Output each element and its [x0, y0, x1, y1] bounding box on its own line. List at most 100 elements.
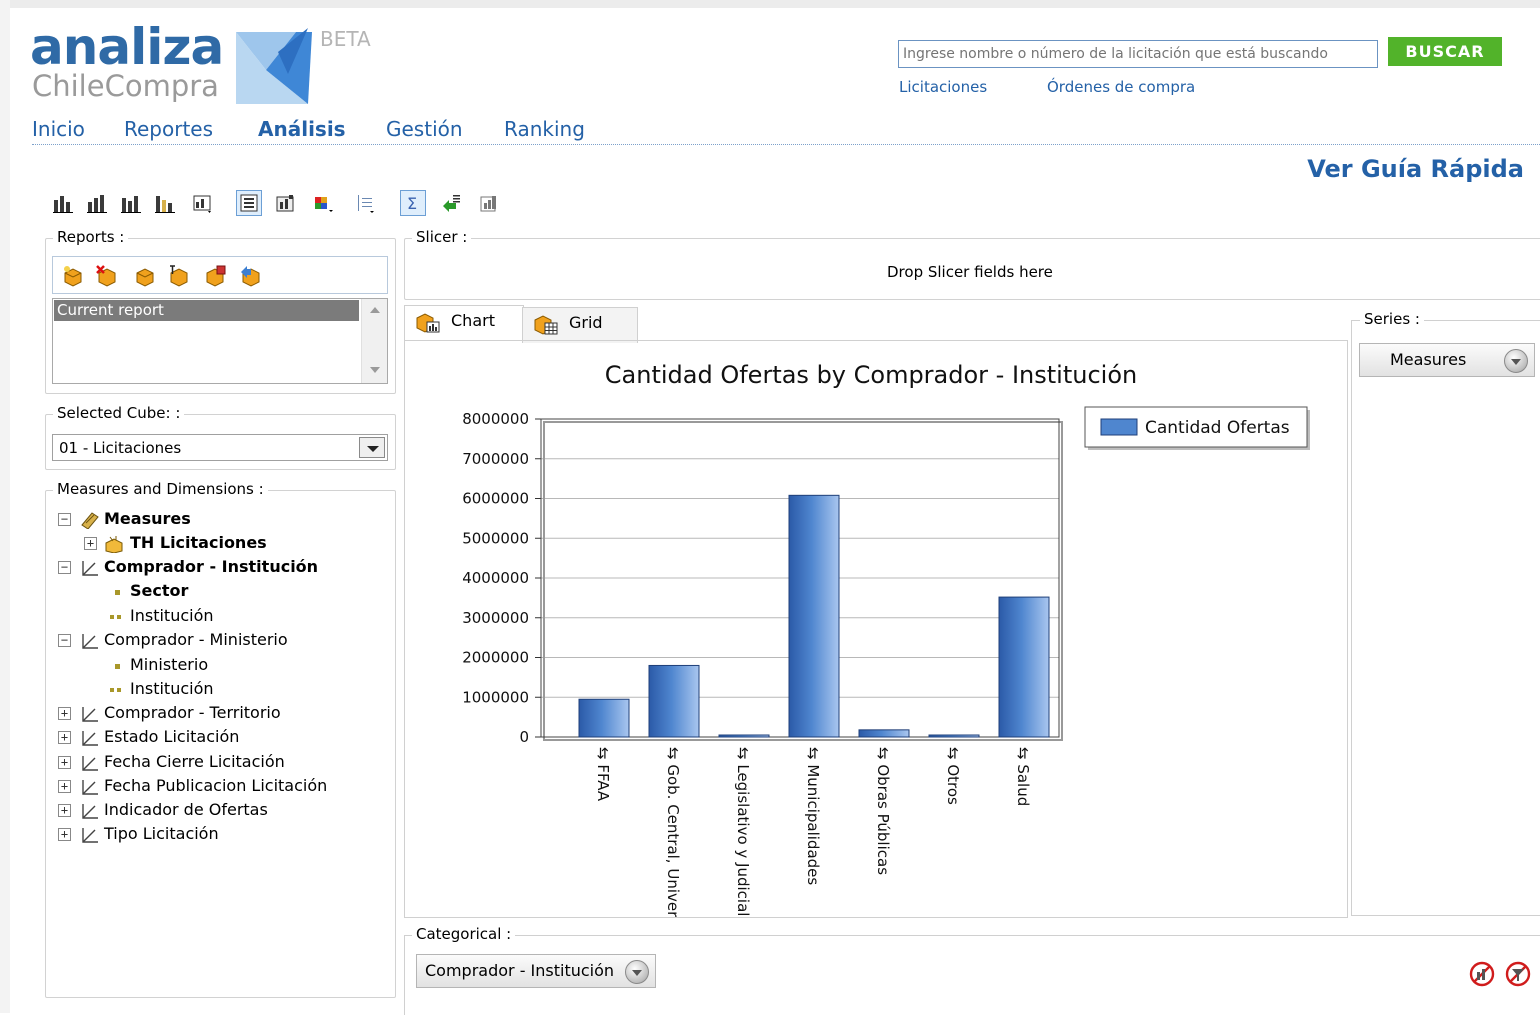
copy-report-icon[interactable]	[203, 264, 227, 288]
scroll-down-icon[interactable]	[370, 367, 380, 373]
tree-item-label: TH Licitaciones	[130, 533, 267, 552]
delete-report-icon[interactable]	[95, 264, 119, 288]
export-chart-icon[interactable]	[476, 190, 502, 216]
level2-icon	[110, 615, 121, 619]
y-tick-label: 1000000	[462, 688, 529, 706]
cube-label: Selected Cube: :	[53, 404, 185, 422]
categorical-pill-label: Comprador - Institución	[425, 961, 615, 980]
chart-type-3-icon[interactable]	[118, 190, 144, 216]
level-icon	[115, 590, 120, 595]
logo-wordmark[interactable]: analiza	[30, 22, 224, 72]
nav-item-gestion[interactable]: Gestión	[386, 117, 463, 141]
nav-item-inicio[interactable]: Inicio	[32, 117, 85, 141]
nav-divider	[32, 144, 1540, 145]
quick-guide-link[interactable]: Ver Guía Rápida	[1307, 155, 1524, 183]
chevron-down-icon[interactable]	[359, 437, 385, 458]
chart-type-2-icon[interactable]	[84, 190, 110, 216]
y-tick-label: 3000000	[462, 609, 529, 627]
slicer-label: Slicer :	[412, 228, 472, 246]
bar-chart[interactable]: Cantidad Ofertas by Comprador - Instituc…	[405, 341, 1347, 975]
current-report-item[interactable]: Current report	[54, 300, 359, 321]
dimension-icon	[82, 731, 98, 746]
cube-select[interactable]: 01 - Licitaciones	[52, 434, 388, 461]
series-pill-label: Measures	[1390, 350, 1467, 369]
bar	[998, 596, 1050, 738]
bar	[788, 494, 840, 738]
tree-item-label: Comprador - Territorio	[104, 703, 281, 722]
slicer-drop-zone[interactable]: Drop Slicer fields here	[887, 263, 1053, 281]
totals-sigma-icon[interactable]: Σ	[400, 190, 426, 216]
collapse-icon[interactable]: −	[58, 513, 71, 526]
chart-settings-icon[interactable]	[272, 190, 298, 216]
collapse-icon[interactable]: −	[58, 561, 71, 574]
x-tick-label: ⇆ Otros	[944, 747, 962, 805]
dimension-icon	[82, 634, 98, 649]
search-input[interactable]	[898, 40, 1378, 68]
export-report-icon[interactable]	[239, 264, 263, 288]
rename-report-icon[interactable]	[167, 264, 191, 288]
chart-type-1-icon[interactable]	[50, 190, 76, 216]
y-tick-label: 2000000	[462, 649, 529, 667]
chart-options-dropdown-icon[interactable]	[190, 190, 216, 216]
expand-icon[interactable]: +	[84, 537, 97, 550]
tree-item-label: Fecha Publicacion Licitación	[104, 776, 328, 795]
chart-panel: Cantidad Ofertas by Comprador - Instituc…	[404, 340, 1348, 975]
tree-item-label: Indicador de Ofertas	[104, 800, 268, 819]
categorical-pill[interactable]: Comprador - Institución	[416, 954, 656, 988]
reports-list[interactable]: Current report	[52, 298, 388, 384]
series-label: Series :	[1360, 310, 1424, 328]
search-button[interactable]: BUSCAR	[1388, 37, 1502, 66]
bar	[928, 734, 980, 738]
cube-select-value: 01 - Licitaciones	[59, 439, 182, 457]
tree-item-label: Sector	[130, 581, 189, 600]
tree-item-label: Tipo Licitación	[104, 824, 219, 843]
layout-icon[interactable]	[236, 190, 262, 216]
expand-icon[interactable]: +	[58, 804, 71, 817]
axis-options-icon[interactable]	[352, 190, 378, 216]
dimension-icon	[82, 780, 98, 795]
y-tick-label: 0	[519, 728, 529, 746]
clear-filters-icon[interactable]	[1504, 960, 1532, 988]
logo-icon	[236, 28, 312, 104]
expand-icon[interactable]: +	[58, 756, 71, 769]
clear-chart-icon[interactable]	[1468, 960, 1496, 988]
series-measures-pill[interactable]: Measures	[1359, 343, 1535, 377]
nav-item-analisis[interactable]: Análisis	[258, 117, 346, 141]
pill-dropdown-icon[interactable]	[1504, 349, 1528, 373]
y-tick-label: 5000000	[462, 529, 529, 547]
left-border	[0, 0, 10, 1013]
x-tick-label: ⇆ Obras Públicas	[874, 747, 892, 875]
ordenes-link[interactable]: Órdenes de compra	[1047, 78, 1195, 96]
nav-item-ranking[interactable]: Ranking	[504, 117, 585, 141]
save-report-icon[interactable]	[133, 264, 157, 288]
new-report-icon[interactable]	[61, 264, 85, 288]
series-panel[interactable]	[1351, 320, 1540, 916]
reports-scrollbar[interactable]	[361, 299, 387, 383]
legend-swatch	[1100, 418, 1138, 436]
cube-icon	[105, 536, 123, 553]
chart-title: Cantidad Ofertas by Comprador - Instituc…	[605, 361, 1137, 389]
expand-icon[interactable]: +	[58, 780, 71, 793]
expand-icon[interactable]: +	[58, 707, 71, 720]
expand-icon[interactable]: +	[58, 828, 71, 841]
measures-icon	[81, 512, 99, 529]
tree-item-label: Comprador - Ministerio	[104, 630, 288, 649]
chart-type-4-icon[interactable]	[152, 190, 178, 216]
licitaciones-link[interactable]: Licitaciones	[899, 78, 987, 96]
categorical-label: Categorical :	[412, 925, 516, 943]
tab-chart[interactable]: Chart	[404, 305, 524, 343]
nav-item-reportes[interactable]: Reportes	[124, 117, 213, 141]
drill-options-icon[interactable]	[438, 190, 464, 216]
x-tick-label: ⇆ Municipalidades	[804, 747, 822, 885]
tab-grid[interactable]: Grid	[522, 307, 638, 343]
x-tick-label: ⇆ FFAA	[594, 747, 612, 802]
scroll-up-icon[interactable]	[370, 307, 380, 313]
expand-icon[interactable]: +	[58, 731, 71, 744]
color-palette-icon[interactable]	[310, 190, 336, 216]
level2-icon	[110, 688, 121, 692]
x-tick-label: ⇆ Gob. Central, Universidades	[664, 747, 682, 917]
pill-dropdown-icon[interactable]	[625, 960, 649, 984]
grid-tab-icon	[534, 315, 558, 335]
collapse-icon[interactable]: −	[58, 634, 71, 647]
beta-badge: BETA	[320, 27, 371, 51]
